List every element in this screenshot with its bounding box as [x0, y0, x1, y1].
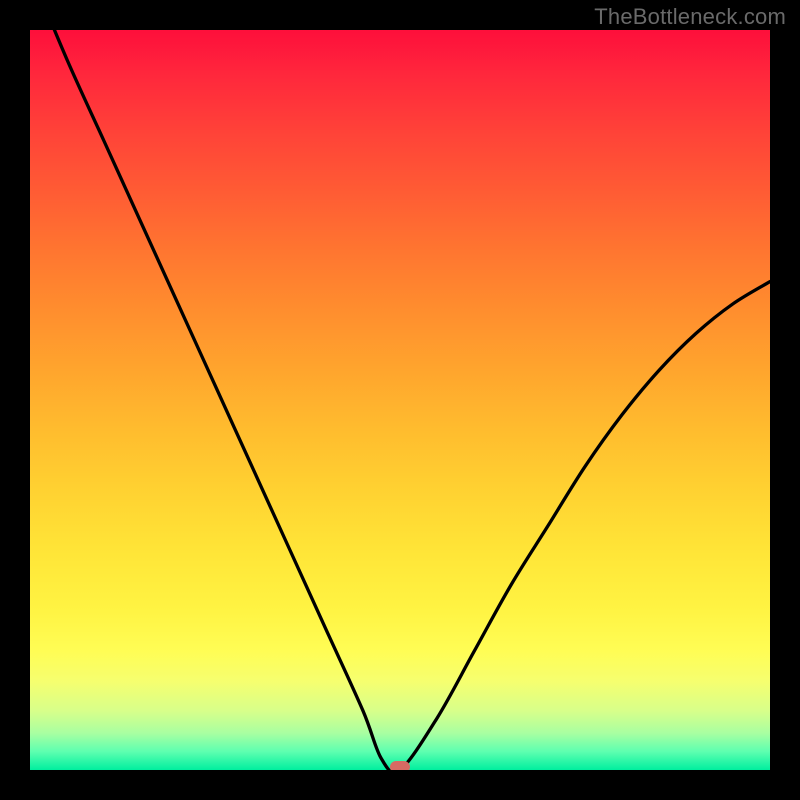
chart-frame: TheBottleneck.com — [0, 0, 800, 800]
watermark-text: TheBottleneck.com — [594, 4, 786, 30]
optimal-marker — [390, 761, 410, 770]
bottleneck-curve — [30, 30, 770, 770]
plot-area — [30, 30, 770, 770]
